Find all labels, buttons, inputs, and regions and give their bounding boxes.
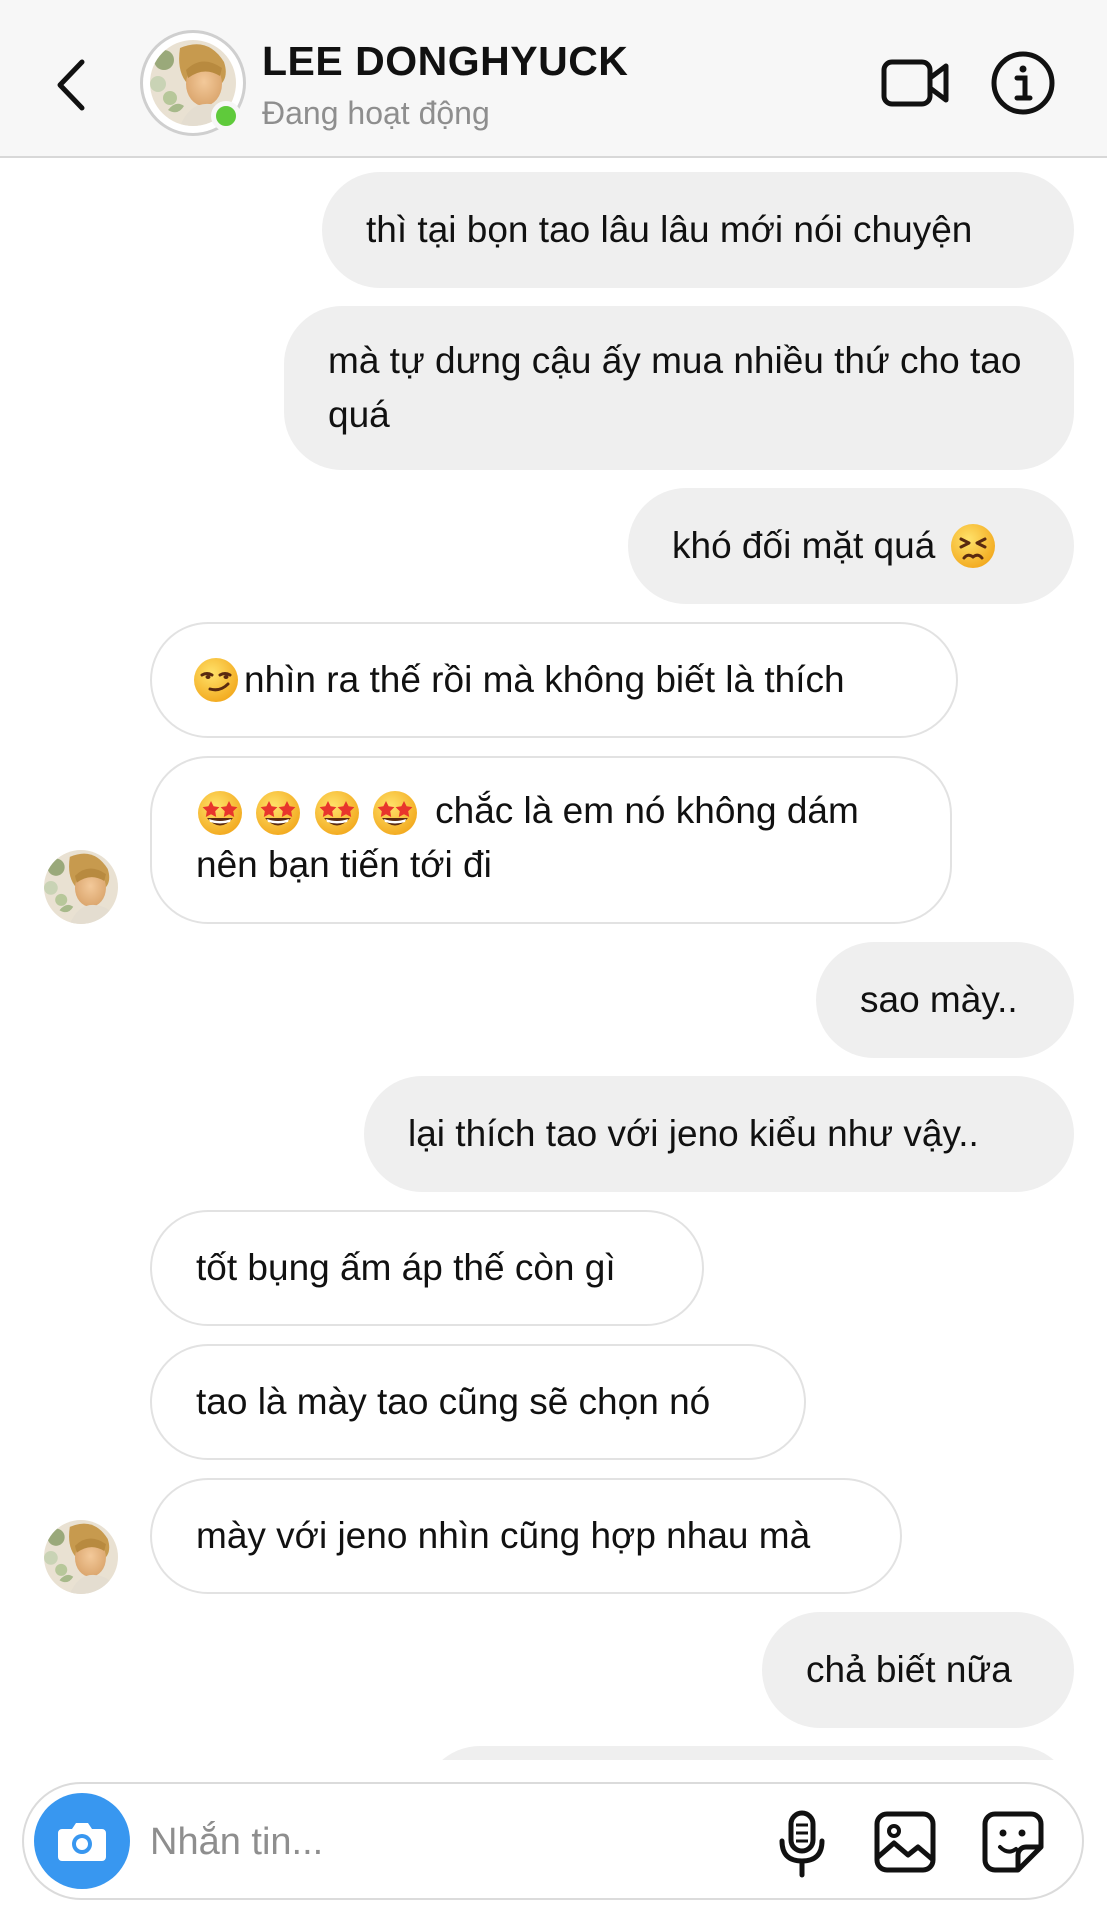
message-text: sao mày.. (860, 979, 1018, 1020)
video-call-button[interactable] (880, 50, 952, 116)
image-icon (874, 1811, 936, 1873)
message-bubble-incoming[interactable]: nhìn ra thế rồi mà không biết là thích (150, 622, 958, 738)
star-struck-icon (196, 789, 244, 837)
message-text: chả biết nữa (806, 1649, 1012, 1690)
camera-icon (58, 1823, 106, 1861)
message-text: mà tự dưng cậu ấy mua nhiều thứ cho tao … (328, 340, 1022, 435)
camera-button[interactable] (34, 1793, 130, 1889)
message-composer (22, 1782, 1084, 1900)
message-bubble-outgoing[interactable]: sao mày.. (816, 942, 1074, 1058)
chat-header: LEE DONGHYUCK Đang hoạt động (0, 0, 1107, 158)
active-status: Đang hoạt động (262, 95, 490, 131)
message-bubble-outgoing[interactable]: chả biết nữa (762, 1612, 1074, 1728)
message-text: tao là mày tao cũng sẽ chọn nó (196, 1381, 711, 1422)
online-indicator (211, 101, 241, 131)
star-struck-icon (313, 789, 361, 837)
message-text: mày với jeno nhìn cũng hợp nhau mà (196, 1515, 811, 1556)
message-input[interactable] (150, 1814, 670, 1870)
message-bubble-outgoing[interactable]: thì tại bọn tao lâu lâu mới nói chuyện (322, 172, 1074, 288)
message-bubble-outgoing-partial[interactable] (422, 1746, 1074, 1760)
sticker-button[interactable] (980, 1809, 1046, 1875)
message-text: khó đối mặt quá (672, 525, 936, 566)
contact-name[interactable]: LEE DONGHYUCK (262, 38, 628, 85)
info-icon (991, 51, 1055, 115)
message-bubble-incoming[interactable]: mày với jeno nhìn cũng hợp nhau mà (150, 1478, 902, 1594)
message-text: nhìn ra thế rồi mà không biết là thích (244, 659, 845, 700)
message-bubble-incoming[interactable]: tao là mày tao cũng sẽ chọn nó (150, 1344, 806, 1460)
persevering-face-icon (951, 524, 996, 568)
message-bubble-outgoing[interactable]: mà tự dưng cậu ấy mua nhiều thứ cho tao … (284, 306, 1074, 470)
message-bubble-incoming[interactable]: chắc là em nó không dám nên bạn tiến tới… (150, 756, 952, 924)
back-button[interactable] (48, 50, 108, 120)
voice-message-button[interactable] (774, 1809, 830, 1879)
microphone-icon (779, 1810, 825, 1878)
star-struck-icon (254, 789, 302, 837)
message-text: tốt bụng ấm áp thế còn gì (196, 1247, 616, 1288)
chevron-left-icon (57, 59, 85, 111)
contact-avatar[interactable] (140, 30, 246, 136)
message-thread[interactable]: thì tại bọn tao lâu lâu mới nói chuyện m… (0, 160, 1107, 1760)
sticker-icon (982, 1811, 1044, 1873)
star-struck-icon (371, 789, 419, 837)
message-bubble-incoming[interactable]: tốt bụng ấm áp thế còn gì (150, 1210, 704, 1326)
avatar[interactable] (44, 850, 118, 924)
avatar[interactable] (44, 1520, 118, 1594)
message-text: lại thích tao với jeno kiểu như vậy.. (408, 1113, 979, 1154)
message-bubble-outgoing[interactable]: khó đối mặt quá (628, 488, 1074, 604)
gallery-button[interactable] (872, 1809, 938, 1875)
message-text: thì tại bọn tao lâu lâu mới nói chuyện (366, 209, 973, 250)
info-button[interactable] (990, 50, 1056, 116)
message-bubble-outgoing[interactable]: lại thích tao với jeno kiểu như vậy.. (364, 1076, 1074, 1192)
video-camera-icon (881, 59, 949, 107)
smirking-face-icon (194, 658, 238, 702)
